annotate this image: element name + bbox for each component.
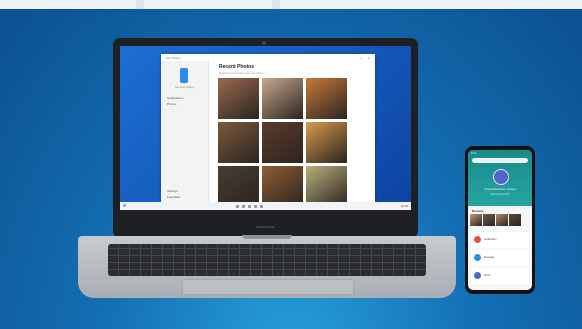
phone-photo-thumb[interactable] [470,214,482,226]
list-item-label: Message [484,256,495,259]
phone-photo-thumb[interactable] [483,214,495,226]
avatar [493,169,509,185]
phone-photo-strip [470,214,521,226]
window-controls[interactable]: – ▢ ✕ [353,56,372,60]
nav-settings[interactable]: Settings [167,189,178,193]
top-strip [0,0,582,9]
nav-notifications[interactable]: Notifications [167,96,183,100]
windows-start-icon[interactable]: ⊞ [123,204,126,208]
taskbar-app-icon[interactable] [260,205,263,208]
smartphone: 9:41 Good afternoon, Susan Connected to … [465,146,535,294]
phone-thumbnail-icon [180,68,188,83]
list-item[interactable]: Notification [471,232,529,248]
phone-photo-thumb[interactable] [496,214,508,226]
taskbar-app-icon[interactable] [242,205,245,208]
list-item-icon [474,236,481,243]
scene: Your Phone – ▢ ✕ Samsung Galaxy Notifica… [0,0,582,329]
laptop-lid: Your Phone – ▢ ✕ Samsung Galaxy Notifica… [113,38,418,238]
photo-grid [218,78,347,206]
phone-device-label: Samsung Galaxy [174,86,195,89]
photo-children[interactable] [218,78,259,119]
list-item-label: Notification [484,238,497,241]
taskbar-clock: 10:30 [400,204,408,208]
list-item-icon [474,272,481,279]
phone-photo-thumb[interactable] [509,214,521,226]
photo-cupcakes[interactable] [306,78,347,119]
photos-title: Recent Photos [219,64,255,70]
phone-connection-status: Connected to PC [490,193,510,196]
nav-photos[interactable]: Photos [167,102,176,106]
webcam-icon [262,41,266,45]
taskbar: ⊞ 10:30 [120,202,411,210]
phone-list: Notification Message Photo [471,232,529,286]
list-item-label: Photo [484,274,491,277]
phone-status-bar: 9:41 [471,152,476,155]
photo-dog[interactable] [306,122,347,163]
taskbar-apps [236,205,263,208]
phone-screen: 9:41 Good afternoon, Susan Connected to … [468,150,532,290]
photo-girl[interactable] [262,78,303,119]
laptop-screen: Your Phone – ▢ ✕ Samsung Galaxy Notifica… [120,46,411,210]
photos-subtitle: Showing recent photos from your phone [219,72,264,75]
taskbar-app-icon[interactable] [254,205,257,208]
laptop-base [78,235,456,298]
app-sidebar: Samsung Galaxy Notifications Photos Sett… [161,61,209,206]
photo-latte[interactable] [262,166,303,206]
laptop-hinge [242,235,292,239]
list-item[interactable]: Message [471,250,529,266]
laptop-keyboard [108,244,426,276]
photo-mother-child[interactable] [262,122,303,163]
phone-header: 9:41 Good afternoon, Susan Connected to … [468,150,532,206]
phone-section-title: Recents [472,209,484,213]
nav-feedback[interactable]: Feedback [167,195,180,199]
phone-search-bar[interactable] [472,158,528,163]
laptop-trackpad [182,279,354,295]
taskbar-app-icon[interactable] [248,205,251,208]
your-phone-app-window: Your Phone – ▢ ✕ Samsung Galaxy Notifica… [161,54,375,206]
list-item[interactable]: Photo [471,268,529,284]
photo-ocean-girl[interactable] [306,166,347,206]
photo-tree[interactable] [218,122,259,163]
app-title: Your Phone [165,56,181,60]
taskbar-app-icon[interactable] [236,205,239,208]
list-item-icon [474,254,481,261]
phone-user-greeting: Good afternoon, Susan [484,187,516,191]
laptop-brand-label: SAMSUNG [256,225,275,229]
photo-man[interactable] [218,166,259,206]
